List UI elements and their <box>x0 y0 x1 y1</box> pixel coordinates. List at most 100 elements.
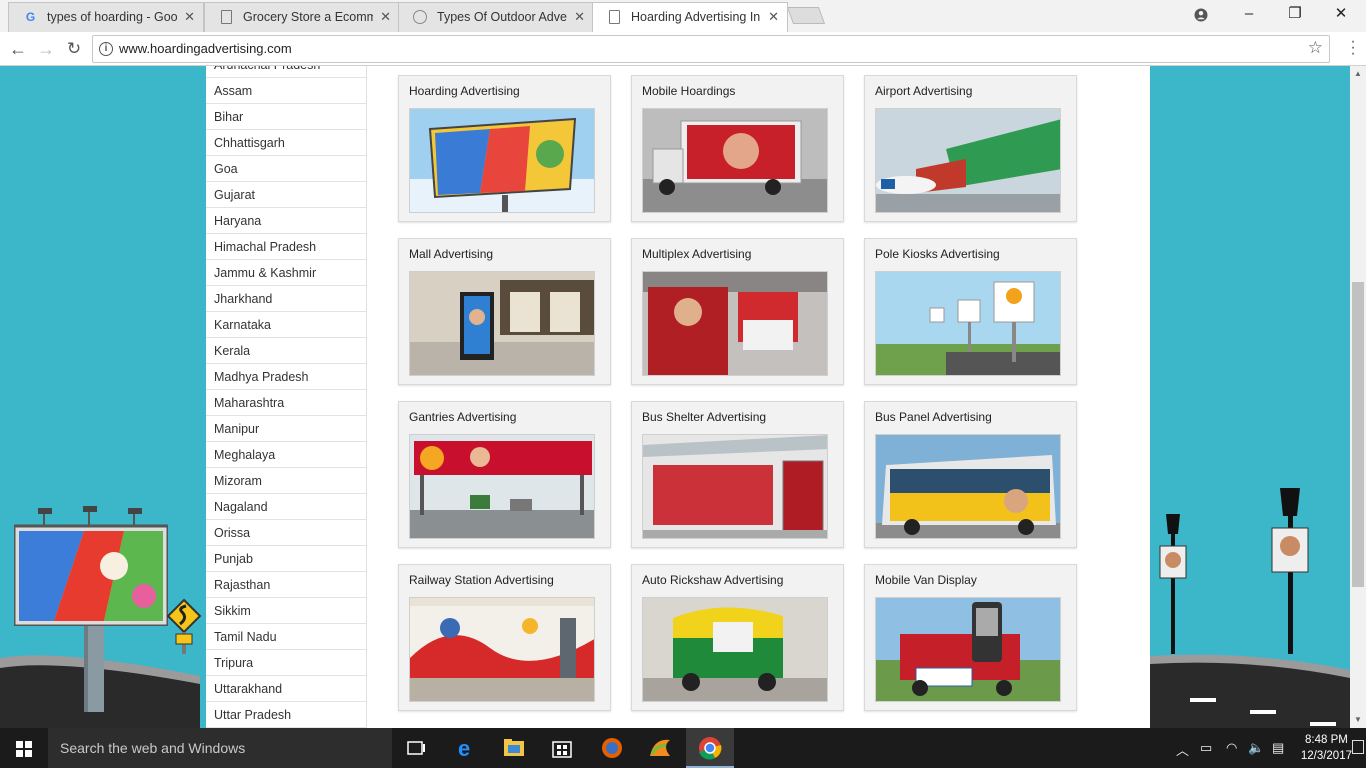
ad-card-bus-panel[interactable]: Bus Panel Advertising <box>864 401 1077 548</box>
scroll-down-icon[interactable]: ▼ <box>1350 712 1366 728</box>
pole-kiosk-photo[interactable] <box>875 271 1061 376</box>
state-link[interactable]: Rajasthan <box>206 572 366 598</box>
keyboard-icon[interactable]: ▤ <box>1272 740 1284 756</box>
state-link[interactable]: Nagaland <box>206 494 366 520</box>
forward-icon[interactable]: → <box>34 37 58 61</box>
url-text[interactable]: www.hoardingadvertising.com <box>119 36 292 62</box>
state-link[interactable]: Jammu & Kashmir <box>206 260 366 286</box>
wifi-icon[interactable]: ◠ <box>1226 740 1237 756</box>
state-link[interactable]: Punjab <box>206 546 366 572</box>
file-explorer-icon[interactable] <box>490 728 538 768</box>
state-link[interactable]: Manipur <box>206 416 366 442</box>
card-title[interactable]: Mobile Hoardings <box>642 84 735 98</box>
mobile-hoarding-photo[interactable] <box>642 108 828 213</box>
close-icon[interactable]: ✕ <box>768 3 779 31</box>
state-link[interactable]: Madhya Pradesh <box>206 364 366 390</box>
scrollbar-thumb[interactable] <box>1352 282 1364 587</box>
bus-shelter-photo[interactable] <box>642 434 828 539</box>
taskbar-search-input[interactable]: Search the web and Windows <box>48 728 392 768</box>
card-title[interactable]: Railway Station Advertising <box>409 573 554 587</box>
state-link[interactable]: Meghalaya <box>206 442 366 468</box>
restore-icon[interactable]: ❐ <box>1272 0 1318 30</box>
ad-card-multiplex[interactable]: Multiplex Advertising <box>631 238 844 385</box>
state-link[interactable]: Sikkim <box>206 598 366 624</box>
card-title[interactable]: Gantries Advertising <box>409 410 516 424</box>
page-scrollbar[interactable]: ▲ ▼ <box>1350 66 1366 728</box>
state-link[interactable]: Tamil Nadu <box>206 624 366 650</box>
ad-card-auto-rickshaw[interactable]: Auto Rickshaw Advertising <box>631 564 844 711</box>
menu-icon[interactable]: · · · <box>1348 34 1358 62</box>
task-view-icon[interactable] <box>392 728 440 768</box>
card-title[interactable]: Pole Kiosks Advertising <box>875 247 1000 261</box>
card-title[interactable]: Mobile Van Display <box>875 573 977 587</box>
chevron-up-icon[interactable]: ︿ <box>1176 740 1189 759</box>
tab-google-search[interactable]: G types of hoarding - Goog ✕ <box>8 2 204 32</box>
state-link[interactable]: Arunachal Pradesh <box>206 66 366 78</box>
ad-card-mall[interactable]: Mall Advertising <box>398 238 611 385</box>
state-link[interactable]: Uttarakhand <box>206 676 366 702</box>
mall-photo[interactable] <box>409 271 595 376</box>
tab-outdoor-advertising[interactable]: Types Of Outdoor Advert ✕ <box>398 2 594 32</box>
state-link[interactable]: Mizoram <box>206 468 366 494</box>
card-title[interactable]: Airport Advertising <box>875 84 972 98</box>
app-icon[interactable] <box>636 728 684 768</box>
close-window-icon[interactable]: ✕ <box>1318 0 1364 30</box>
state-link[interactable]: Karnataka <box>206 312 366 338</box>
card-title[interactable]: Multiplex Advertising <box>642 247 751 261</box>
profile-icon[interactable] <box>1178 0 1224 30</box>
multiplex-photo[interactable] <box>642 271 828 376</box>
state-link[interactable]: Goa <box>206 156 366 182</box>
battery-icon[interactable]: ▭ <box>1200 740 1212 756</box>
tab-hoarding-advertising[interactable]: Hoarding Advertising In ✕ <box>592 2 788 32</box>
bus-panel-photo[interactable] <box>875 434 1061 539</box>
edge-browser-icon[interactable]: e <box>442 728 490 768</box>
volume-icon[interactable]: 🔈 <box>1248 740 1264 756</box>
scroll-up-icon[interactable]: ▲ <box>1350 66 1366 82</box>
reload-icon[interactable]: ↻ <box>62 37 86 61</box>
ad-card-airport[interactable]: Airport Advertising <box>864 75 1077 222</box>
address-bar[interactable]: i www.hoardingadvertising.com ☆ <box>92 35 1330 63</box>
state-link[interactable]: Haryana <box>206 208 366 234</box>
chrome-icon[interactable] <box>686 728 734 768</box>
taskbar-clock[interactable]: 8:48 PM 12/3/2017 <box>1301 732 1352 764</box>
card-title[interactable]: Mall Advertising <box>409 247 493 261</box>
state-link[interactable]: Jharkhand <box>206 286 366 312</box>
minimize-icon[interactable]: – <box>1226 0 1272 30</box>
close-icon[interactable]: ✕ <box>184 3 195 31</box>
railway-station-photo[interactable] <box>409 597 595 702</box>
tab-grocery-store[interactable]: Grocery Store a Ecomme ✕ <box>204 2 400 32</box>
ad-card-hoarding[interactable]: Hoarding Advertising <box>398 75 611 222</box>
mobile-van-photo[interactable] <box>875 597 1061 702</box>
state-link[interactable]: Gujarat <box>206 182 366 208</box>
store-icon[interactable] <box>538 728 586 768</box>
auto-rickshaw-photo[interactable] <box>642 597 828 702</box>
gantry-photo[interactable] <box>409 434 595 539</box>
airport-photo[interactable] <box>875 108 1061 213</box>
firefox-icon[interactable] <box>588 728 636 768</box>
state-link[interactable]: Chhattisgarh <box>206 130 366 156</box>
card-title[interactable]: Hoarding Advertising <box>409 84 520 98</box>
state-link[interactable]: Assam <box>206 78 366 104</box>
info-icon[interactable]: i <box>99 42 113 56</box>
ad-card-pole-kiosks[interactable]: Pole Kiosks Advertising <box>864 238 1077 385</box>
ad-card-bus-shelter[interactable]: Bus Shelter Advertising <box>631 401 844 548</box>
ad-card-mobile-hoardings[interactable]: Mobile Hoardings <box>631 75 844 222</box>
ad-card-railway-station[interactable]: Railway Station Advertising <box>398 564 611 711</box>
state-link[interactable]: Bihar <box>206 104 366 130</box>
state-link[interactable]: Kerala <box>206 338 366 364</box>
state-link[interactable]: Tripura <box>206 650 366 676</box>
state-link[interactable]: Maharashtra <box>206 390 366 416</box>
state-link[interactable]: Orissa <box>206 520 366 546</box>
back-icon[interactable]: ← <box>6 37 30 61</box>
state-link[interactable]: Uttar Pradesh <box>206 702 366 728</box>
card-title[interactable]: Bus Panel Advertising <box>875 410 992 424</box>
bookmark-star-icon[interactable]: ☆ <box>1308 38 1323 58</box>
hoarding-photo[interactable] <box>409 108 595 213</box>
card-title[interactable]: Bus Shelter Advertising <box>642 410 766 424</box>
notification-icon[interactable] <box>1352 740 1364 754</box>
windows-start-icon[interactable] <box>0 728 48 768</box>
ad-card-gantries[interactable]: Gantries Advertising <box>398 401 611 548</box>
ad-card-mobile-van[interactable]: Mobile Van Display <box>864 564 1077 711</box>
close-icon[interactable]: ✕ <box>574 3 585 31</box>
new-tab-button[interactable] <box>786 7 826 24</box>
